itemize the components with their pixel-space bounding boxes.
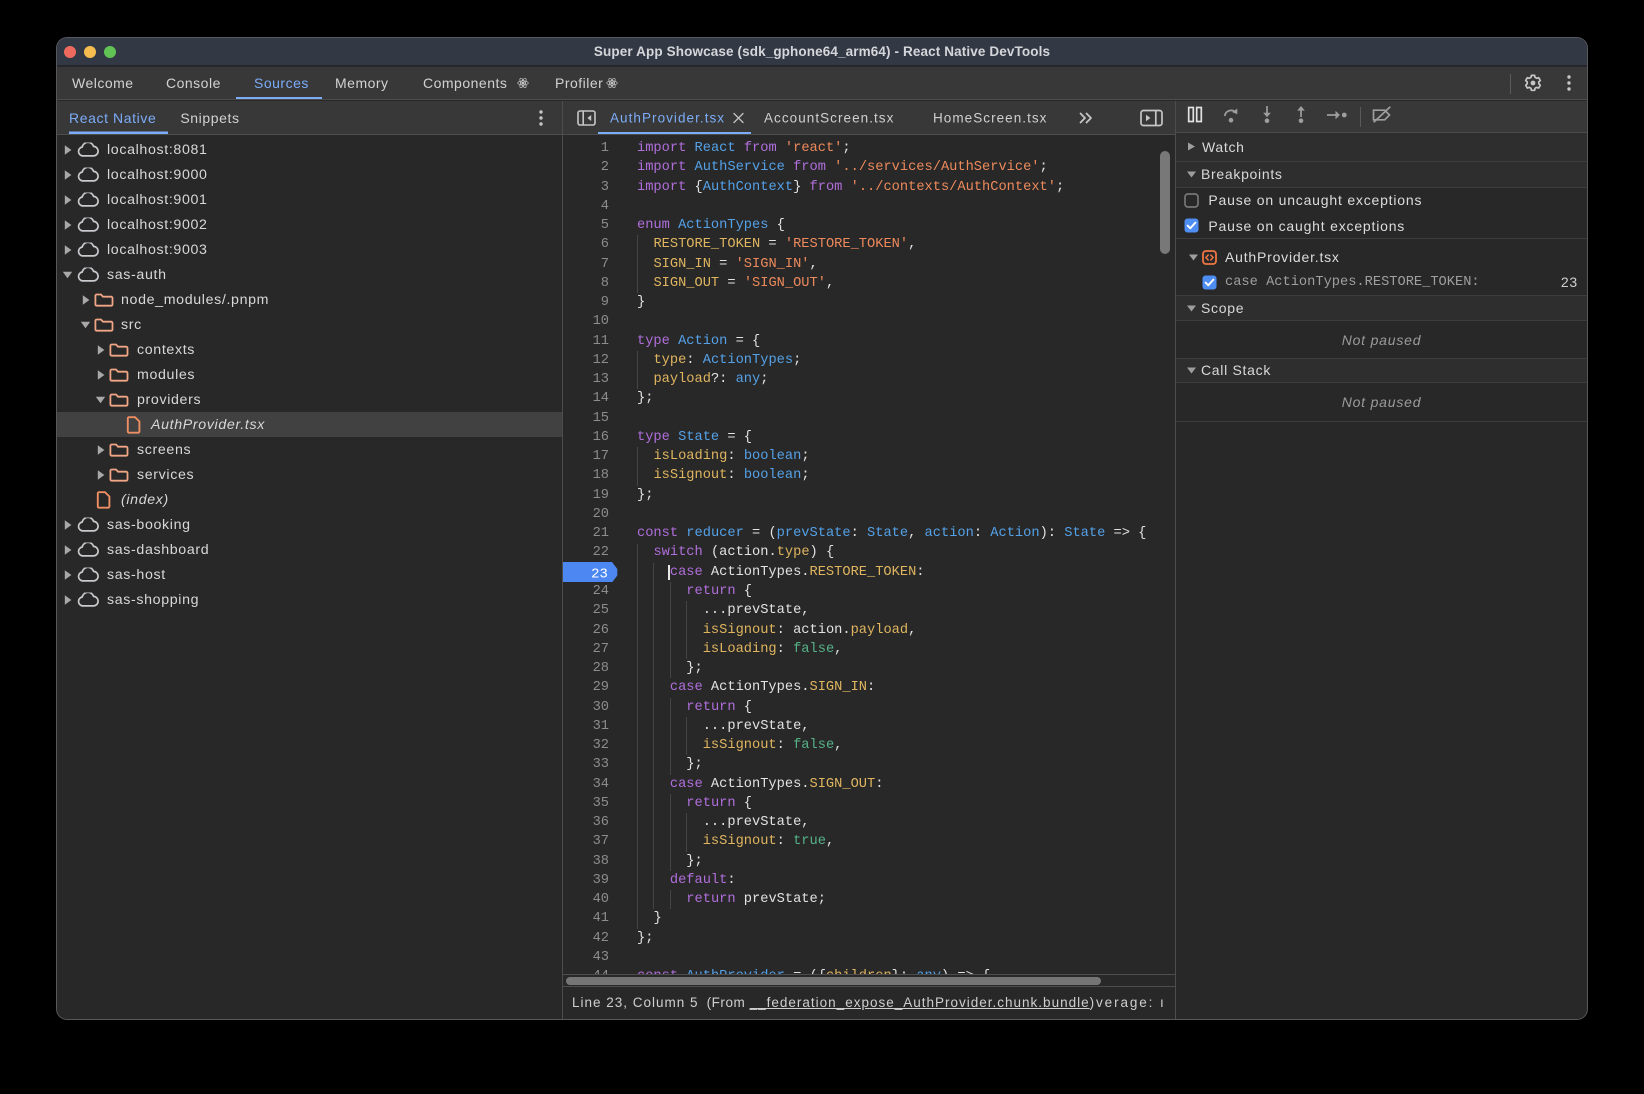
svg-text:23: 23 [591,566,608,582]
